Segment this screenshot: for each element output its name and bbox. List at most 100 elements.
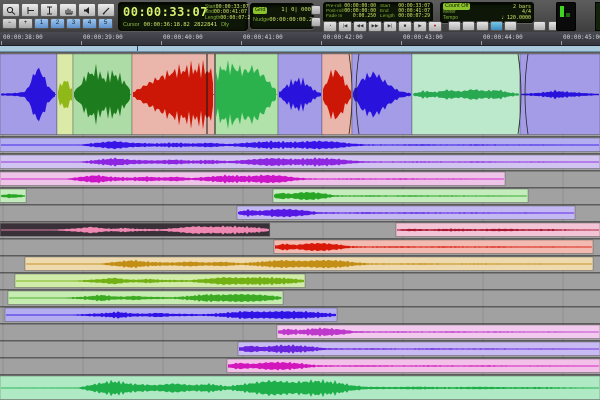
count-off-button[interactable]	[476, 21, 489, 31]
audio-clip[interactable]	[131, 53, 216, 135]
ruler-label: 00:00:45:00	[563, 34, 600, 41]
magnifier-icon	[6, 6, 15, 15]
track-separator	[0, 289, 600, 291]
ruler-label: 00:00:40:00	[163, 34, 203, 41]
ruler-tick	[321, 41, 322, 45]
t-length-value[interactable]: 00:00:07:29	[398, 14, 430, 19]
audio-clip[interactable]	[276, 324, 600, 339]
audio-clip[interactable]	[351, 53, 413, 135]
audio-clip[interactable]	[56, 53, 74, 135]
transport-panel: Pre-roll 00:00:00:00 Post-roll 00:00:00:00…	[323, 2, 433, 23]
fade-in-value[interactable]: 0:00.250	[353, 14, 376, 19]
audio-clip[interactable]	[0, 188, 27, 203]
fast-forward-button[interactable]: ▶▶	[368, 21, 382, 32]
audio-clip[interactable]	[226, 358, 600, 373]
play-button[interactable]: ▶	[413, 21, 427, 32]
grid-value[interactable]: 1| 0| 000	[281, 7, 311, 13]
audio-clip[interactable]	[321, 53, 353, 135]
audio-clip[interactable]	[4, 307, 338, 322]
trimmer-tool-button[interactable]	[21, 3, 39, 17]
meter-level-right	[566, 13, 570, 17]
audio-clip[interactable]	[519, 53, 600, 135]
expanded-transport-edge	[595, 2, 600, 31]
record-button[interactable]: ●	[428, 21, 442, 32]
track-separator	[0, 221, 600, 223]
track-separator	[0, 170, 600, 172]
audio-clip[interactable]	[0, 137, 600, 152]
zoom-preset-1[interactable]: 1	[34, 18, 49, 29]
audio-clip[interactable]	[214, 53, 279, 135]
pro-tools-edit-window: − +1 2 3 4 5 00:00:33:07 ▾ Start 00:00:33:07 E…	[0, 0, 600, 400]
ruler-label: 00:00:42:00	[323, 34, 363, 41]
cursor-label: Cursor	[123, 22, 140, 28]
ruler-tick	[161, 41, 162, 45]
selector-tool-button[interactable]	[40, 3, 58, 17]
track-separator	[0, 255, 600, 257]
ruler-label: 00:00:39:00	[83, 34, 123, 41]
ruler-tick	[241, 41, 242, 45]
stop-button[interactable]: ■	[398, 21, 412, 32]
zoom-preset-5[interactable]: 5	[98, 18, 113, 29]
nudge-value[interactable]: 00:00:00:00.25	[269, 17, 315, 23]
metronome-button[interactable]	[462, 21, 475, 31]
audio-clip[interactable]	[395, 222, 600, 237]
zoom-preset-+[interactable]: +	[18, 18, 33, 29]
zoom-preset-−[interactable]: −	[2, 18, 17, 29]
audio-clip[interactable]	[272, 188, 529, 203]
toolbar: − +1 2 3 4 5 00:00:33:07 ▾ Start 00:00:33:07 E…	[0, 0, 600, 33]
grabber-tool-button[interactable]	[59, 3, 77, 17]
online-button[interactable]: ◔	[323, 21, 337, 32]
audio-clip[interactable]	[0, 154, 600, 169]
track-separator	[0, 340, 600, 342]
zoom-preset-2[interactable]: 2	[50, 18, 65, 29]
tool-cluster	[2, 3, 115, 17]
pencil-tool-button[interactable]	[97, 3, 115, 17]
midi-merge-button[interactable]	[490, 21, 503, 31]
audio-clip[interactable]	[236, 205, 576, 220]
fade-in-label: Fade In	[326, 14, 343, 20]
track-separator	[0, 374, 600, 376]
selection-fields: Start 00:00:33:07 End 00:00:41:07 Length 00…	[205, 4, 253, 21]
audio-clip[interactable]	[7, 290, 284, 305]
sample-position: 2822841	[193, 22, 218, 28]
track-separator	[0, 357, 600, 359]
midi-buttons	[448, 21, 517, 31]
transport-selection-fields: Start 00:00:33:07 End 00:00:41:07 Length 00…	[380, 4, 430, 21]
pre-metronome-button[interactable]	[533, 21, 546, 31]
wait-for-note-button[interactable]	[448, 21, 461, 31]
length-value[interactable]: 00:00:07:29	[220, 15, 253, 21]
rewind-button[interactable]: ◀◀	[353, 21, 367, 32]
audio-clip[interactable]	[411, 53, 521, 135]
main-counter[interactable]: 00:00:33:07	[123, 5, 208, 19]
track-area[interactable]	[0, 52, 600, 400]
audio-clip[interactable]	[0, 53, 58, 135]
audio-clip[interactable]	[0, 222, 271, 237]
tempo-ruler-button[interactable]	[504, 21, 517, 31]
scrubber-tool-button[interactable]	[78, 3, 96, 17]
hand-icon	[65, 8, 72, 14]
timeline-ruler[interactable]: 00:00:38:00 00:00:39:00 00:00:40:00 00:00:4…	[0, 32, 600, 46]
ruler-tick	[81, 41, 82, 45]
link-edit-button[interactable]	[311, 17, 321, 27]
zoom-preset-3[interactable]: 3	[66, 18, 81, 29]
audio-clip[interactable]	[14, 273, 306, 288]
pencil-icon	[102, 7, 109, 15]
audio-clip[interactable]	[0, 375, 600, 400]
audio-clip[interactable]	[273, 239, 594, 254]
track-separator	[0, 272, 600, 274]
zoomer-tool-button[interactable]	[2, 3, 20, 17]
ruler-label: 00:00:44:00	[483, 34, 523, 41]
nudge-label: Nudge	[253, 17, 270, 23]
audio-clip[interactable]	[237, 341, 600, 356]
audio-clip[interactable]	[72, 53, 133, 135]
audio-clip[interactable]	[277, 53, 323, 135]
return-to-zero-button[interactable]: |◀	[338, 21, 352, 32]
go-to-end-button[interactable]: ▶|	[383, 21, 397, 32]
grid-nudge-panel: Grid 1| 0| 000 Nudge 00:00:00:00.25	[250, 3, 316, 29]
audio-clip[interactable]	[24, 256, 594, 271]
audio-clip[interactable]	[0, 171, 506, 186]
track-separator	[0, 136, 600, 138]
zoom-preset-4[interactable]: 4	[82, 18, 97, 29]
grid-mode-button[interactable]: Grid	[253, 6, 268, 14]
link-timeline-button[interactable]	[311, 5, 321, 15]
